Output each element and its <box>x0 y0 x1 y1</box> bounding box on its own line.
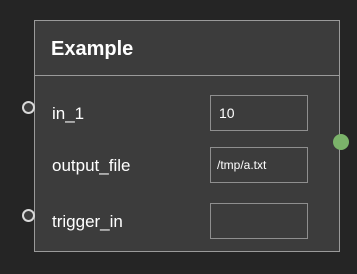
row-in-1: in_1 <box>35 95 339 135</box>
row-label-in-1: in_1 <box>52 104 85 123</box>
row-trigger-in: trigger_in <box>35 203 339 243</box>
output-file-field[interactable] <box>210 147 308 183</box>
row-output-file: output_file <box>35 147 339 187</box>
row-label-output-file: output_file <box>52 156 131 175</box>
node-editor-canvas: Example in_1 output_file trigger_in <box>0 0 357 274</box>
input-port-trigger-in[interactable] <box>22 209 35 222</box>
node-header[interactable]: Example <box>35 21 339 76</box>
input-port-in-1[interactable] <box>22 101 35 114</box>
example-node[interactable]: Example in_1 output_file trigger_in <box>34 20 340 252</box>
output-port[interactable] <box>333 134 349 150</box>
row-label-trigger-in: trigger_in <box>52 212 123 231</box>
node-title: Example <box>51 38 134 60</box>
in-1-field[interactable] <box>210 95 308 131</box>
trigger-in-field[interactable] <box>210 203 308 239</box>
